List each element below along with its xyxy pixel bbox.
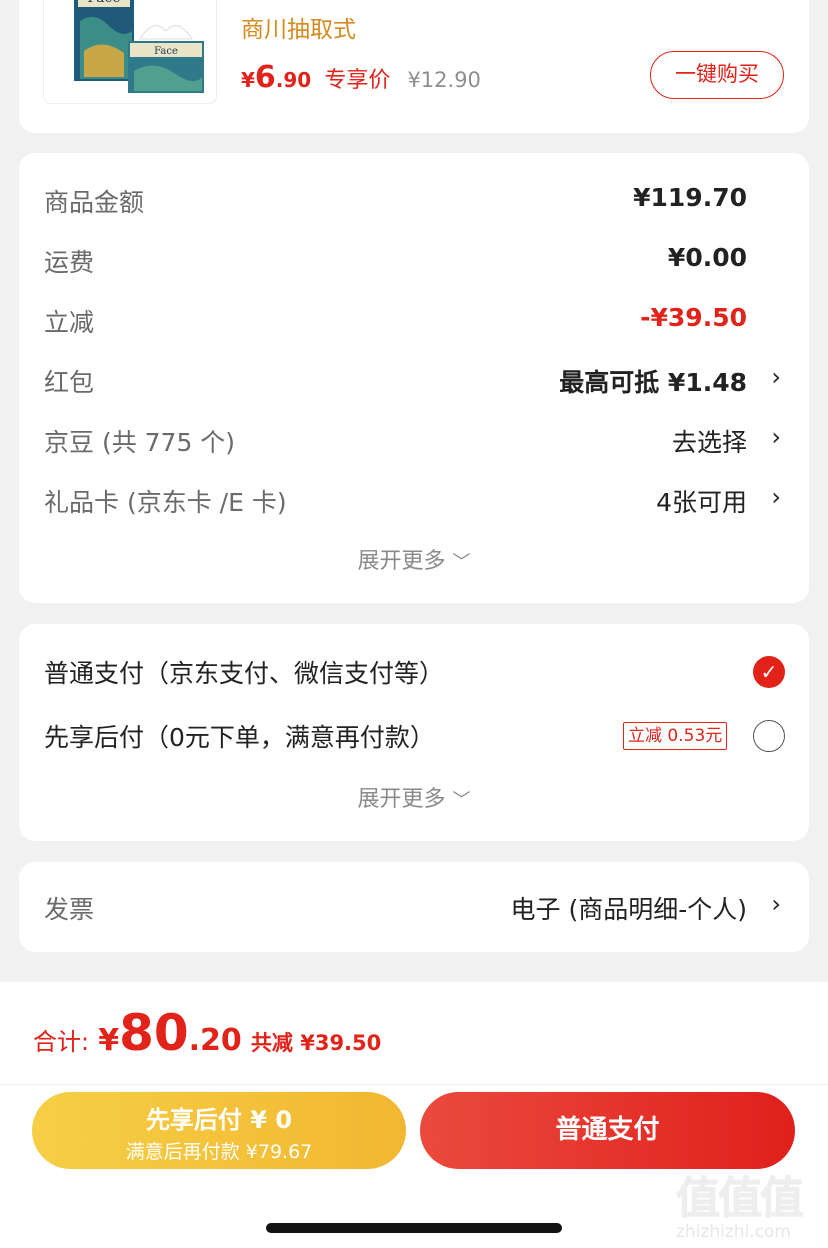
chevron-down-icon: ﹀: [452, 552, 471, 573]
payment-method-card: 普通支付（京东支付、微信支付等） ✓ 先享后付（0元下单，满意再付款） 立减 0…: [19, 624, 809, 841]
total-row: 合计: ¥80.20 共减 ¥39.50: [33, 1004, 381, 1062]
total-decimal: .20: [188, 1023, 242, 1058]
buy-now-button[interactable]: 一键购买: [650, 51, 784, 99]
payment-option-normal-label: 普通支付（京东支付、微信支付等）: [44, 659, 445, 688]
gift-card-label: 礼品卡 (京东卡 /E 卡): [44, 488, 287, 517]
total-integer: 80: [119, 1004, 189, 1062]
gift-card-row[interactable]: 礼品卡 (京东卡 /E 卡) 4张可用 ›: [19, 473, 809, 529]
expand-more-payment[interactable]: 展开更多 ﹀: [19, 781, 809, 813]
discount-label: 立减: [44, 308, 95, 337]
product-price-row: ¥6.90 专享价 ¥12.90: [241, 60, 481, 95]
goods-amount-label: 商品金额: [44, 188, 145, 217]
original-price: ¥12.90: [407, 68, 481, 92]
price-integer: 6: [254, 60, 276, 95]
invoice-card[interactable]: 发票 电子 (商品明细-个人) ›: [19, 862, 809, 952]
product-card: Face Face 商川抽取式 ¥6.90 专享价 ¥12.90 一键购买: [19, 0, 809, 133]
image-brand-text: Face: [87, 0, 120, 6]
home-indicator: [266, 1223, 562, 1233]
checked-radio-icon[interactable]: ✓: [753, 656, 785, 688]
invoice-value: 电子 (商品明细-个人): [510, 895, 747, 924]
watermark-logo: 值值值 zhizhizhi.com: [676, 1162, 826, 1242]
red-packet-label: 红包: [44, 368, 95, 397]
shipping-label: 运费: [44, 248, 95, 277]
payment-option-normal[interactable]: 普通支付（京东支付、微信支付等） ✓: [19, 644, 809, 700]
price-decimal: .90: [275, 68, 312, 92]
product-title[interactable]: 商川抽取式: [241, 10, 356, 44]
total-label: 合计:: [33, 1028, 90, 1056]
chevron-right-icon: ›: [771, 483, 781, 511]
watermark-url: zhizhizhi.com: [676, 1222, 791, 1242]
jd-beans-value: 去选择: [671, 428, 747, 457]
pay-later-title: 先享后付 ¥ 0: [145, 1106, 293, 1134]
red-packet-value: 最高可抵 ¥1.48: [559, 368, 747, 397]
gift-card-value: 4张可用: [656, 488, 747, 517]
bottom-bar: 合计: ¥80.20 共减 ¥39.50 先享后付 ¥ 0 满意后再付款 ¥79…: [0, 982, 828, 1248]
chevron-right-icon: ›: [771, 890, 781, 918]
price-tag: 专享价: [324, 68, 391, 93]
goods-amount-value: ¥119.70: [633, 183, 747, 212]
payment-option-later-label: 先享后付（0元下单，满意再付款）: [44, 723, 435, 752]
jd-beans-row[interactable]: 京豆 (共 775 个) 去选择 ›: [19, 413, 809, 469]
watermark-logo-text: 值值值: [676, 1173, 804, 1224]
chevron-right-icon: ›: [771, 363, 781, 391]
total-symbol: ¥: [98, 1023, 120, 1058]
pay-later-subtitle: 满意后再付款 ¥79.67: [125, 1141, 313, 1163]
payment-option-later[interactable]: 先享后付（0元下单，满意再付款） 立减 0.53元: [19, 708, 809, 764]
discount-badge: 立减 0.53元: [623, 722, 728, 750]
divider: [0, 1084, 828, 1085]
pay-later-button[interactable]: 先享后付 ¥ 0 满意后再付款 ¥79.67: [32, 1092, 406, 1169]
red-packet-row[interactable]: 红包 最高可抵 ¥1.48 ›: [19, 353, 809, 409]
unchecked-radio-icon[interactable]: [753, 720, 785, 752]
chevron-right-icon: ›: [771, 423, 781, 451]
svg-text:Face: Face: [154, 46, 178, 57]
expand-more-summary[interactable]: 展开更多 ﹀: [19, 543, 809, 575]
jd-beans-label: 京豆 (共 775 个): [44, 428, 236, 457]
price-summary-card: 商品金额 ¥119.70 运费 ¥0.00 立减 -¥39.50 红包 最高可抵…: [19, 153, 809, 603]
price-symbol: ¥: [241, 68, 255, 92]
total-savings: 共减 ¥39.50: [250, 1031, 382, 1055]
product-image[interactable]: Face Face: [43, 0, 217, 104]
chevron-down-icon: ﹀: [452, 790, 471, 811]
shipping-value: ¥0.00: [667, 243, 747, 272]
invoice-label: 发票: [44, 895, 95, 924]
pay-button[interactable]: 普通支付: [420, 1092, 795, 1169]
discount-value: -¥39.50: [640, 303, 747, 332]
